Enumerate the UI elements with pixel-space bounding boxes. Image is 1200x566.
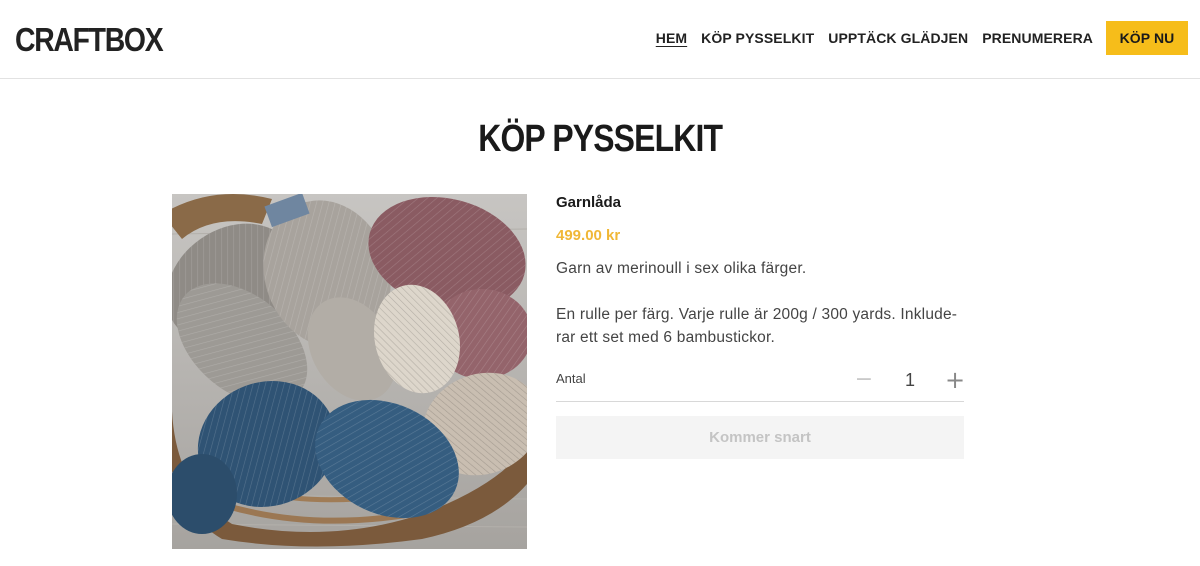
yarn-basket-photo [172,194,527,549]
quantity-value[interactable]: 1 [900,368,920,392]
nav-link-prenumerera[interactable]: PRENUMERERA [982,21,1093,55]
minus-icon[interactable]: − [853,368,875,392]
quantity-selector: Antal − 1 + [556,366,966,402]
product-info: Garnlåda 499.00 kr Garn av merinoull i s… [556,192,964,349]
buy-now-button[interactable]: KÖP NU [1106,21,1188,55]
nav-link-upptack-gladjen[interactable]: UPPTÄCK GLÄDJEN [828,21,968,55]
coming-soon-button[interactable]: Kommer snart [556,416,964,459]
site-logo[interactable]: CRAFTBOX [15,22,164,58]
product-description: Garn av merinoull i sex olika färger. En… [556,257,964,349]
plus-icon[interactable]: + [944,368,966,392]
page-title: KÖP PYSSELKIT [0,117,1200,161]
product-name: Garnlåda [556,194,622,211]
quantity-label: Antal [556,371,586,386]
nav-link-hem[interactable]: HEM [656,21,687,55]
product-image [172,194,527,549]
page-title-text: KÖP PYSSELKIT [478,118,723,160]
product-price: 499.00 kr [556,227,621,244]
description-paragraph: En rulle per färg. Varje rulle är 200g /… [556,306,958,346]
nav-link-kop-pysselkit[interactable]: KÖP PYSSELKIT [701,21,814,55]
main-nav: HEM KÖP PYSSELKIT UPPTÄCK GLÄDJEN PRENUM… [656,21,1188,55]
site-header: CRAFTBOX HEM KÖP PYSSELKIT UPPTÄCK GLÄDJ… [0,0,1200,79]
description-paragraph: Garn av merinoull i sex olika färger. [556,260,807,277]
